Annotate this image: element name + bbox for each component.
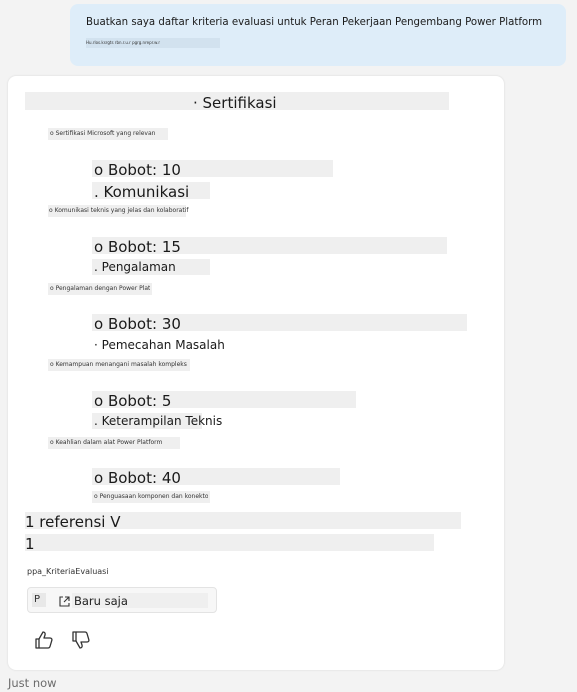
reference-pill[interactable]: P Baru saja <box>27 587 217 613</box>
criterion-weight: o Bobot: 30 <box>94 315 181 333</box>
criterion-weight: o Bobot: 10 <box>94 161 181 179</box>
criterion-title: · Pemecahan Masalah <box>94 338 225 352</box>
user-message-bubble: Buatkan saya daftar kriteria evaluasi un… <box>70 4 566 66</box>
reference-pill-letter: P <box>34 594 41 605</box>
reference-number: 1 <box>25 535 35 553</box>
criterion-description: o Komunikasi teknis yang jelas dan kolab… <box>49 207 189 214</box>
reference-filename[interactable]: ppa_KriteriaEvaluasi <box>27 567 109 576</box>
criterion-description: o Sertifikasi Microsoft yang relevan <box>50 130 156 137</box>
criterion-description: o Kemampuan menangani masalah kompleks <box>50 361 187 368</box>
criterion-weight: o Bobot: 15 <box>94 238 181 256</box>
thumbs-down-icon[interactable] <box>70 629 92 651</box>
criterion-weight: o Bobot: 40 <box>94 469 181 487</box>
criterion-weight: o Bobot: 5 <box>94 392 172 410</box>
criterion-title: . Komunikasi <box>94 183 190 201</box>
open-external-icon[interactable] <box>58 593 71 612</box>
criterion-title: · Sertifikasi <box>193 94 277 112</box>
user-message-subtext: Hu.rlos.ksrgts rbn.r.u.r pgrg.nrepr.w.r <box>86 38 220 48</box>
thumbs-up-icon[interactable] <box>33 629 55 651</box>
message-timestamp: Just now <box>8 676 57 690</box>
criterion-title: . Pengalaman <box>94 260 176 274</box>
criterion-description: o Penguasaan komponen dan konektor <box>94 493 208 500</box>
criterion-description: o Keahlian dalam alat Power Platform <box>50 439 163 446</box>
criterion-description: o Pengalaman dengan Power Platform <box>50 285 150 292</box>
references-toggle[interactable]: 1 referensi V <box>25 513 120 531</box>
criterion-title: . Keterampilan Teknis <box>94 414 223 428</box>
user-message-text: Buatkan saya daftar kriteria evaluasi un… <box>86 17 543 28</box>
reference-pill-time: Baru saja <box>74 594 128 608</box>
